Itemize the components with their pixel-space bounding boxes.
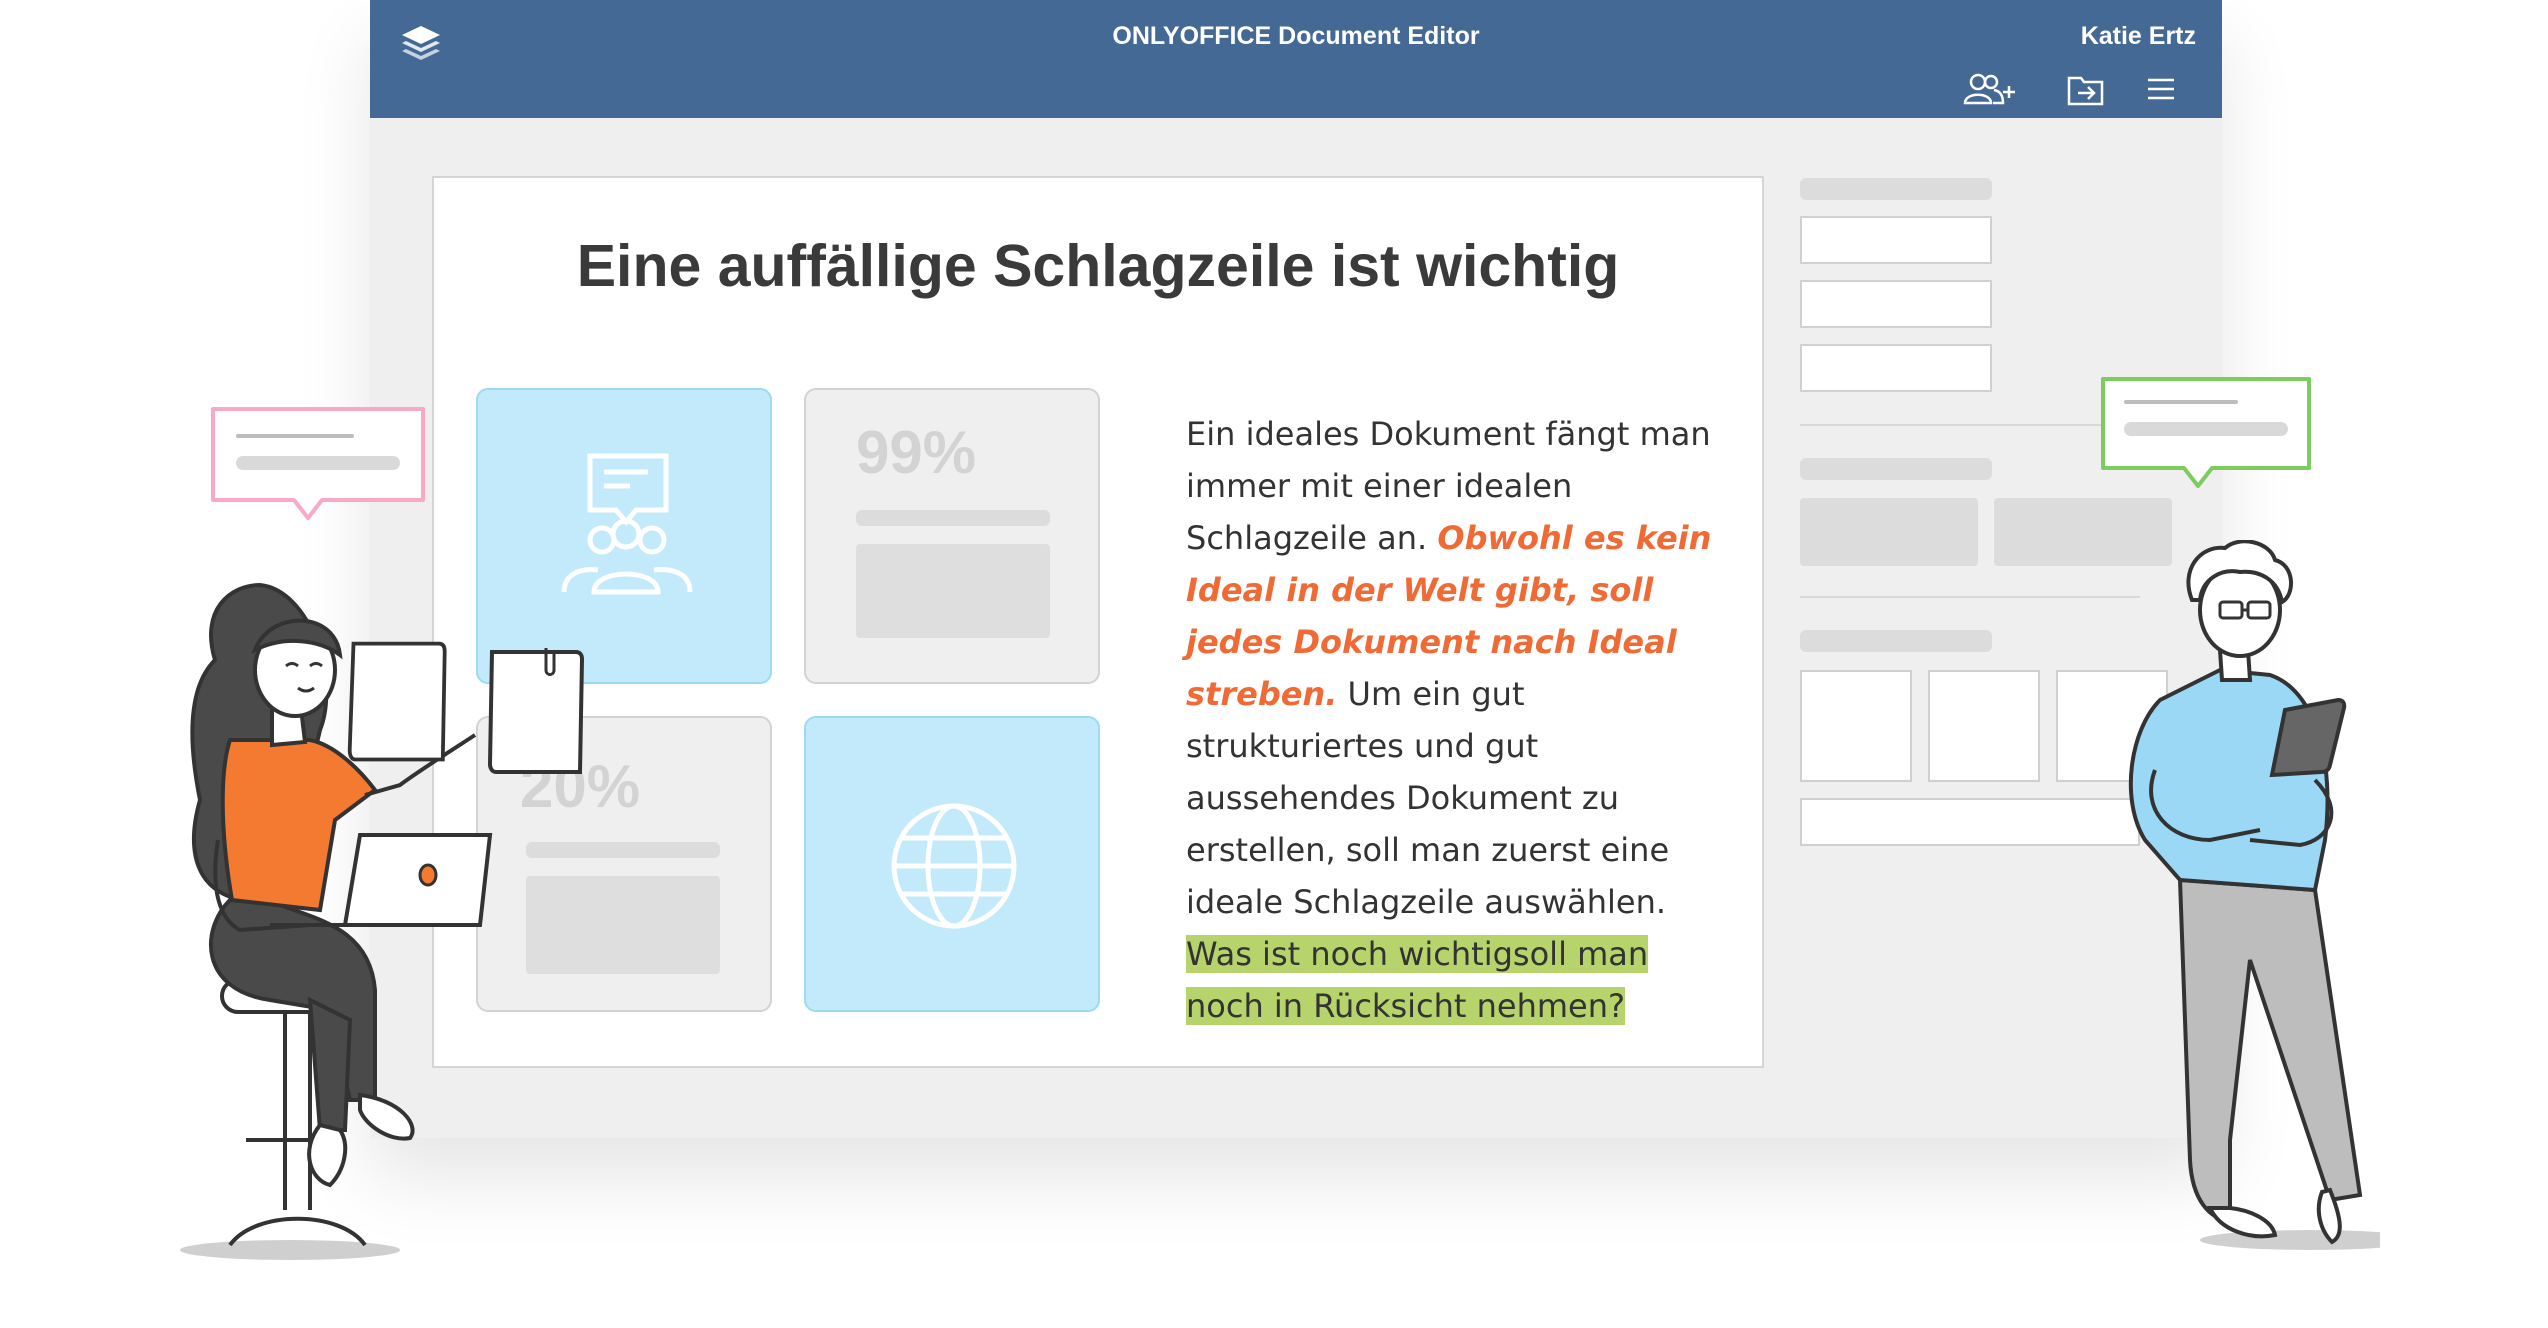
tile-globe <box>804 716 1100 1012</box>
stat-block <box>526 876 720 974</box>
chat-group-icon <box>561 453 693 595</box>
woman-with-laptop-illustration <box>160 570 520 1270</box>
document-headline[interactable]: Eine auffällige Schlagzeile ist wichtig <box>432 232 1764 300</box>
panel-thumb-2[interactable] <box>1928 670 2040 782</box>
panel-button-placeholder[interactable] <box>1800 498 1978 566</box>
window-title: ONLYOFFICE Document Editor <box>1112 22 1480 50</box>
user-name[interactable]: Katie Ertz <box>2081 22 2196 51</box>
body-text-highlight: Was ist noch wichtigsoll man noch in Rüc… <box>1186 935 1649 1025</box>
comment-bubble-pink <box>210 406 426 524</box>
stat-value: 99% <box>856 419 977 486</box>
panel-input-wide[interactable] <box>1800 798 2140 846</box>
add-user-icon[interactable] <box>1960 70 2020 110</box>
document-body-text[interactable]: Ein ideales Dokument fängt man immer mit… <box>1186 408 1726 1032</box>
panel-divider <box>1800 596 2140 598</box>
menu-icon[interactable] <box>2146 76 2176 102</box>
paper-sheet-illustration <box>486 646 586 780</box>
panel-input-3[interactable] <box>1800 344 1992 392</box>
globe-icon <box>891 803 1017 929</box>
stat-bar <box>856 510 1050 526</box>
comment-bubble-green <box>2100 376 2312 492</box>
panel-input-1[interactable] <box>1800 216 1992 264</box>
stat-block <box>856 544 1050 638</box>
panel-heading-placeholder <box>1800 458 1992 480</box>
open-folder-icon[interactable] <box>2066 72 2106 108</box>
panel-thumb-1[interactable] <box>1800 670 1912 782</box>
tile-chat-group <box>476 388 772 684</box>
title-bar <box>370 0 2222 118</box>
panel-heading-placeholder <box>1800 630 1992 652</box>
panel-input-2[interactable] <box>1800 280 1992 328</box>
tile-stat-99: 99% <box>804 388 1100 684</box>
panel-heading-placeholder <box>1800 178 1992 200</box>
man-with-tablet-illustration <box>2100 539 2420 1260</box>
stat-bar <box>526 842 720 858</box>
panel-divider <box>1800 424 2140 426</box>
